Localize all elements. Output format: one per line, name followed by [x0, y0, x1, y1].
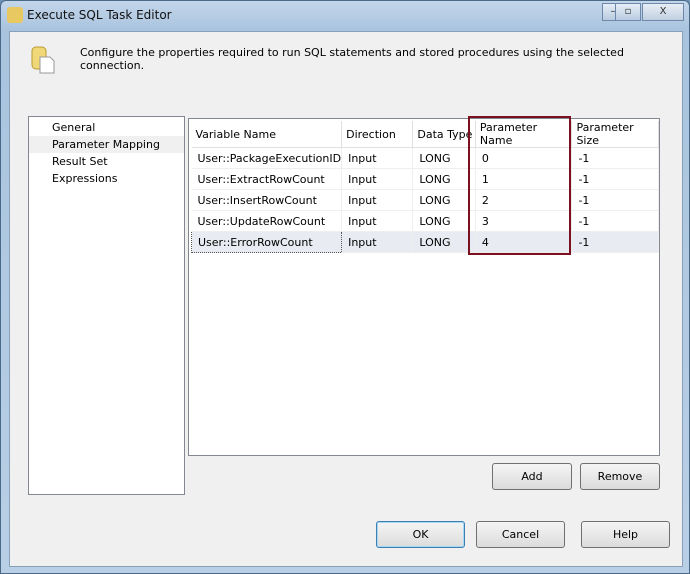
cell-variable[interactable]: User::UpdateRowCount — [191, 210, 343, 232]
cell-direction[interactable]: Input — [341, 210, 414, 232]
dialog-window: Execute SQL Task Editor – ▫ X Configure … — [0, 0, 690, 574]
cell-param-size[interactable]: -1 — [571, 231, 659, 253]
cell-type[interactable]: LONG — [412, 168, 476, 190]
cell-param-size[interactable]: -1 — [571, 168, 659, 190]
table-row[interactable]: User::PackageExecutionID Input LONG 0 -1 — [191, 147, 659, 169]
grid-header: Variable Name Direction Data Type Parame… — [191, 121, 659, 148]
description-text: Configure the properties required to run… — [80, 46, 624, 72]
cell-direction[interactable]: Input — [341, 189, 414, 211]
cell-param-size[interactable]: -1 — [571, 189, 659, 211]
col-parameter-size[interactable]: Parameter Size — [571, 121, 659, 148]
cell-variable[interactable]: User::ErrorRowCount — [190, 231, 343, 253]
nav-item-parameter-mapping[interactable]: Parameter Mapping — [29, 136, 184, 153]
nav-item-result-set[interactable]: Result Set — [29, 153, 184, 170]
nav-item-general[interactable]: General — [29, 119, 184, 136]
cell-direction[interactable]: Input — [341, 147, 414, 169]
nav-item-expressions[interactable]: Expressions — [29, 170, 184, 187]
cell-variable[interactable]: User::PackageExecutionID — [191, 147, 343, 169]
table-row-selected[interactable]: User::ErrorRowCount Input LONG 4 -1 — [190, 231, 659, 253]
maximize-button[interactable]: ▫ — [615, 3, 641, 21]
remove-button[interactable]: Remove — [580, 463, 660, 490]
col-direction[interactable]: Direction — [341, 121, 414, 148]
cell-type[interactable]: LONG — [412, 147, 476, 169]
cell-type[interactable]: LONG — [412, 210, 476, 232]
cell-direction[interactable]: Input — [341, 231, 414, 253]
close-button[interactable]: X — [642, 3, 684, 21]
cell-variable[interactable]: User::InsertRowCount — [191, 189, 343, 211]
app-icon — [7, 7, 23, 23]
table-row[interactable]: User::InsertRowCount Input LONG 2 -1 — [191, 189, 659, 211]
col-data-type[interactable]: Data Type — [412, 121, 476, 148]
cancel-button[interactable]: Cancel — [476, 521, 565, 548]
ok-button[interactable]: OK — [376, 521, 465, 548]
cell-param-size[interactable]: -1 — [571, 210, 659, 232]
cell-param-size[interactable]: -1 — [571, 147, 659, 169]
col-variable-name[interactable]: Variable Name — [191, 121, 343, 148]
window-title: Execute SQL Task Editor — [27, 8, 172, 22]
cell-type[interactable]: LONG — [412, 189, 476, 211]
parameter-name-highlight — [468, 116, 571, 255]
cell-direction[interactable]: Input — [341, 168, 414, 190]
nav-panel: General Parameter Mapping Result Set Exp… — [28, 116, 185, 495]
parameter-grid[interactable]: Variable Name Direction Data Type Parame… — [188, 118, 660, 456]
table-row[interactable]: User::UpdateRowCount Input LONG 3 -1 — [191, 210, 659, 232]
sql-task-icon — [31, 46, 55, 74]
add-button[interactable]: Add — [492, 463, 572, 490]
cell-variable[interactable]: User::ExtractRowCount — [191, 168, 343, 190]
help-button[interactable]: Help — [581, 521, 670, 548]
cell-type[interactable]: LONG — [412, 231, 476, 253]
table-row[interactable]: User::ExtractRowCount Input LONG 1 -1 — [191, 168, 659, 190]
